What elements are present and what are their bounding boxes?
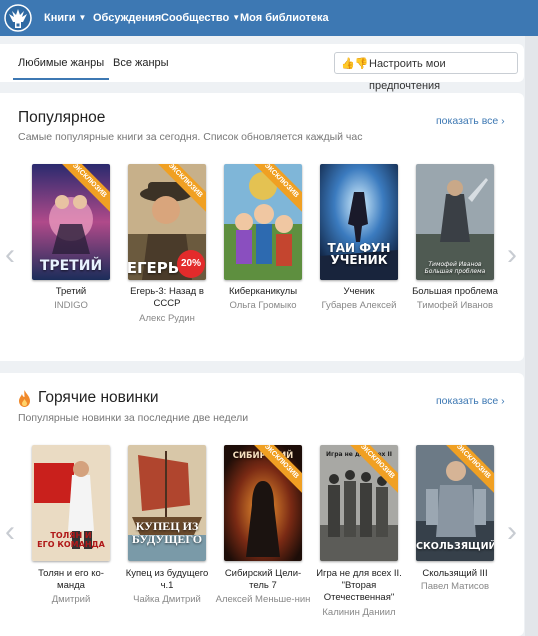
flame-icon xyxy=(19,390,30,407)
book-cover[interactable]: Тимофей Иванов Большая проблема xyxy=(416,164,494,280)
cover-title: ТРЕТИЙ xyxy=(39,258,103,274)
discount-badge: 20% xyxy=(177,250,205,278)
cover-title: ТАИ ФУН УЧЕНИК xyxy=(327,241,391,267)
nav-discussions-label: Обсуждения xyxy=(93,12,162,24)
book-title[interactable]: Игра не для всех II. "Вторая Отечественн… xyxy=(315,568,403,604)
carousel-next-arrow[interactable]: › xyxy=(505,235,519,275)
tab-all-genres-label: Все жанры xyxy=(113,57,169,69)
chevron-down-icon: ▼ xyxy=(78,13,87,22)
section-subtitle: Популярные новинки за последние две неде… xyxy=(18,412,249,424)
tab-favorite-genres-label: Любимые жанры xyxy=(18,57,105,69)
book-author[interactable]: Павел Матисов xyxy=(407,581,503,593)
nav-books-menu[interactable]: Книги ▼ xyxy=(44,0,86,36)
book-author[interactable]: Калинин Даниил xyxy=(311,607,407,619)
tab-all-genres[interactable]: Все жанры xyxy=(113,44,169,82)
book-title[interactable]: Третий xyxy=(27,286,115,298)
show-all-link[interactable]: показать все › xyxy=(436,115,505,127)
cover-title: КУПЕЦ ИЗ БУДУЩЕГО xyxy=(131,519,203,546)
book-cover[interactable]: ЕГЕРЬ ЭКСКЛЮЗИВ 20% xyxy=(128,164,206,280)
book-author[interactable]: Чайка Дмитрий xyxy=(119,594,215,606)
book-title[interactable]: Большая проблема xyxy=(411,286,499,298)
book-author[interactable]: Алексей Меньше-нин xyxy=(215,594,311,606)
book-title[interactable]: Сибирский Цели-тель 7 xyxy=(219,568,307,592)
carousel-prev-arrow[interactable]: ‹ xyxy=(3,512,17,552)
nav-community-menu[interactable]: Сообщество ▼ xyxy=(161,0,240,36)
cover-title: Тимофей Иванов Большая проблема xyxy=(424,261,486,275)
nav-my-library[interactable]: Моя библиотека xyxy=(240,0,329,36)
book-author[interactable]: INDIGO xyxy=(23,300,119,312)
carousel-prev-arrow[interactable]: ‹ xyxy=(3,235,17,275)
cover-title: ТОЛЯН И ЕГО КОМАНДА xyxy=(37,531,105,549)
book-cover[interactable]: КУПЕЦ ИЗ БУДУЩЕГО xyxy=(128,445,206,561)
popular-section: Популярное Самые популярные книги за сег… xyxy=(0,93,524,361)
top-navigation-bar: Книги ▼ Обсуждения Сообщество ▼ Моя библио… xyxy=(0,0,538,36)
section-title: Горячие новинки xyxy=(38,389,159,406)
book-title[interactable]: Ученик xyxy=(315,286,403,298)
configure-preferences-label: Настроить мои предпочтения xyxy=(369,58,446,92)
right-rail xyxy=(525,36,538,636)
book-title[interactable]: Скользящий III xyxy=(411,568,499,580)
book-author[interactable]: Дмитрий xyxy=(23,594,119,606)
nav-community-label: Сообщество xyxy=(161,12,230,24)
nav-discussions[interactable]: Обсуждения xyxy=(93,0,161,36)
book-cover[interactable]: ЭКСКЛЮЗИВ xyxy=(224,164,302,280)
book-author[interactable]: Ольга Громыко xyxy=(215,300,311,312)
book-cover[interactable]: ТАИ ФУН УЧЕНИК xyxy=(320,164,398,280)
book-author[interactable]: Алекс Рудин xyxy=(119,313,215,325)
book-author[interactable]: Тимофей Иванов xyxy=(407,300,503,312)
nav-books-label: Книги xyxy=(44,12,76,24)
book-title[interactable]: Купец из будущего ч.1 xyxy=(123,568,211,592)
book-cover[interactable]: ТРЕТИЙ ЭКСКЛЮЗИВ xyxy=(32,164,110,280)
book-cover[interactable]: СИБИРСКИЙ ЭКСКЛЮЗИВ xyxy=(224,445,302,561)
section-subtitle: Самые популярные книги за сегодня. Списо… xyxy=(18,131,363,143)
hot-new-section: Горячие новинки Популярные новинки за по… xyxy=(0,373,524,636)
cover-title: СКОЛЬЗЯЩИЙ III xyxy=(416,541,494,552)
configure-preferences-button[interactable]: 👍👎 Настроить мои предпочтения xyxy=(334,52,518,92)
eagle-crest-icon[interactable] xyxy=(3,3,33,33)
show-all-link[interactable]: показать все › xyxy=(436,395,505,407)
carousel-next-arrow[interactable]: › xyxy=(505,512,519,552)
tab-favorite-genres[interactable]: Любимые жанры xyxy=(12,44,110,82)
book-title[interactable]: Киберканикулы xyxy=(219,286,307,298)
book-cover[interactable]: Игра не для всех II ЭКСКЛЮЗИВ xyxy=(320,445,398,561)
chevron-down-icon: ▼ xyxy=(232,13,241,22)
book-title[interactable]: Егерь-3: Назад в СССР xyxy=(123,286,211,310)
genre-tabs-bar: Любимые жанры Все жанры 👍👎 Настроить мои… xyxy=(0,44,524,92)
section-title: Популярное xyxy=(18,109,106,126)
book-cover[interactable]: ТОЛЯН И ЕГО КОМАНДА xyxy=(32,445,110,561)
thumbs-up-down-icon: 👍👎 xyxy=(341,58,369,70)
nav-my-library-label: Моя библиотека xyxy=(240,12,329,24)
book-author[interactable]: Губарев Алексей xyxy=(311,300,407,312)
book-title[interactable]: Толян и его ко-манда xyxy=(27,568,115,592)
book-cover[interactable]: СКОЛЬЗЯЩИЙ III ЭКСКЛЮЗИВ xyxy=(416,445,494,561)
